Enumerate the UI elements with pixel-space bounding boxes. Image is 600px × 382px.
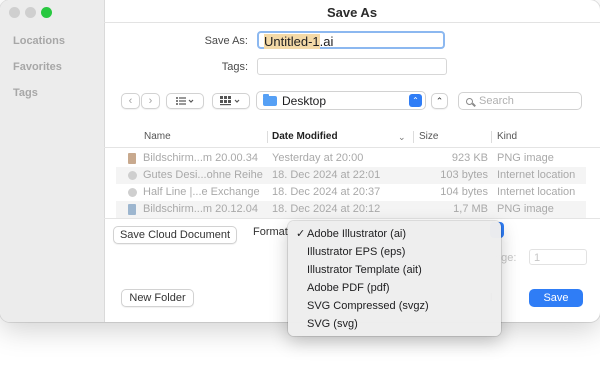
file-name: Gutes Desi...ohne Reihe bbox=[143, 169, 263, 181]
folder-icon bbox=[263, 93, 277, 106]
chevron-right-icon: › bbox=[148, 95, 153, 107]
file-size: 104 bytes bbox=[440, 186, 488, 198]
internet-location-icon bbox=[128, 188, 137, 197]
column-header-date-modified[interactable]: Date Modified bbox=[272, 127, 338, 147]
png-file-icon bbox=[128, 153, 136, 164]
column-header-size[interactable]: Size bbox=[419, 127, 438, 147]
menu-item-illustrator-eps[interactable]: Illustrator EPS (eps) bbox=[288, 243, 501, 261]
new-folder-button[interactable]: New Folder bbox=[121, 289, 194, 307]
back-button[interactable]: ‹ bbox=[121, 93, 140, 109]
save-as-label: Save As: bbox=[204, 35, 248, 47]
table-row[interactable]: Gutes Desi...ohne Reihe 18. Dec 2024 at … bbox=[116, 167, 586, 184]
tags-label: Tags: bbox=[221, 61, 248, 73]
close-window-button[interactable] bbox=[9, 7, 20, 18]
file-name: Bildschirm...m 20.00.34 bbox=[143, 152, 258, 164]
menu-item-label: SVG Compressed (svgz) bbox=[307, 300, 429, 312]
grid-view-icon bbox=[220, 96, 240, 106]
table-row[interactable]: Half Line |...e Exchange 18. Dec 2024 at… bbox=[116, 184, 586, 201]
range-field[interactable]: 1 bbox=[529, 249, 587, 265]
menu-item-label: Adobe PDF (pdf) bbox=[307, 282, 390, 294]
minimize-window-button[interactable] bbox=[25, 7, 36, 18]
format-label: Format bbox=[253, 226, 288, 238]
file-date: 18. Dec 2024 at 20:37 bbox=[272, 186, 381, 198]
list-view-icon bbox=[176, 97, 194, 105]
file-kind: PNG image bbox=[497, 203, 554, 215]
png-file-icon bbox=[128, 204, 136, 215]
menu-item-adobe-pdf[interactable]: Adobe PDF (pdf) bbox=[288, 279, 501, 297]
list-view-button[interactable] bbox=[166, 93, 204, 109]
save-button[interactable]: Save bbox=[529, 289, 583, 307]
menu-item-svg[interactable]: SVG (svg) bbox=[288, 315, 501, 333]
sidebar-section-favorites: Favorites bbox=[13, 61, 62, 73]
sidebar-section-locations: Locations bbox=[13, 35, 65, 47]
location-popup[interactable]: Desktop ⌃ bbox=[256, 91, 426, 110]
file-date: Yesterday at 20:00 bbox=[272, 152, 364, 164]
table-header-divider bbox=[104, 147, 600, 148]
table-row[interactable]: Bildschirm...m 20.00.34 Yesterday at 20:… bbox=[116, 150, 586, 167]
zoom-window-button[interactable] bbox=[41, 7, 52, 18]
file-date: 18. Dec 2024 at 22:01 bbox=[272, 169, 381, 181]
sidebar: Locations Favorites Tags bbox=[0, 0, 105, 322]
window-title: Save As bbox=[326, 5, 378, 20]
forward-button[interactable]: › bbox=[141, 93, 160, 109]
group-view-button[interactable] bbox=[212, 93, 250, 109]
menu-item-adobe-illustrator[interactable]: ✓ Adobe Illustrator (ai) bbox=[288, 225, 501, 243]
file-size: 923 KB bbox=[451, 152, 488, 164]
save-cloud-document-button[interactable]: Save Cloud Document bbox=[113, 226, 237, 244]
file-kind: Internet location bbox=[497, 186, 576, 198]
collapse-button[interactable]: ⌃ bbox=[431, 93, 448, 109]
sort-chevron-icon: ⌄ bbox=[398, 132, 406, 142]
column-header-kind[interactable]: Kind bbox=[497, 127, 517, 147]
file-date: 18. Dec 2024 at 20:12 bbox=[272, 203, 381, 215]
menu-item-illustrator-template[interactable]: Illustrator Template (ait) bbox=[288, 261, 501, 279]
titlebar-divider bbox=[104, 22, 600, 23]
location-name: Desktop bbox=[282, 93, 327, 108]
chevron-left-icon: ‹ bbox=[128, 95, 133, 107]
file-name: Half Line |...e Exchange bbox=[143, 186, 260, 198]
file-size: 1,7 MB bbox=[453, 203, 488, 215]
menu-item-label: SVG (svg) bbox=[307, 318, 358, 330]
search-field[interactable]: Search bbox=[458, 92, 582, 110]
filename-selected-text: Untitled-1 bbox=[264, 34, 320, 49]
file-kind: PNG image bbox=[497, 152, 554, 164]
search-placeholder: Search bbox=[479, 95, 514, 107]
file-size: 103 bytes bbox=[440, 169, 488, 181]
menu-item-label: Illustrator EPS (eps) bbox=[307, 246, 406, 258]
checkmark-icon: ✓ bbox=[296, 228, 306, 240]
up-down-chevron-icon: ⌃ bbox=[409, 94, 422, 107]
menu-item-label: Adobe Illustrator (ai) bbox=[307, 228, 407, 240]
sidebar-section-tags: Tags bbox=[13, 87, 38, 99]
filename-field[interactable]: Untitled-1.ai bbox=[257, 31, 445, 49]
format-dropdown-menu: ✓ Adobe Illustrator (ai) Illustrator EPS… bbox=[288, 221, 501, 336]
column-divider bbox=[491, 131, 492, 143]
internet-location-icon bbox=[128, 171, 137, 180]
menu-item-label: Illustrator Template (ait) bbox=[307, 264, 422, 276]
menu-item-svg-compressed[interactable]: SVG Compressed (svgz) bbox=[288, 297, 501, 315]
file-name: Bildschirm...m 20.12.04 bbox=[143, 203, 258, 215]
column-divider bbox=[413, 131, 414, 143]
filename-extension: .ai bbox=[319, 34, 334, 49]
options-divider bbox=[104, 218, 600, 219]
search-icon bbox=[466, 97, 473, 105]
tags-field[interactable] bbox=[257, 58, 447, 75]
file-kind: Internet location bbox=[497, 169, 576, 181]
table-row[interactable]: Bildschirm...m 20.12.04 18. Dec 2024 at … bbox=[116, 201, 586, 218]
chevron-up-icon: ⌃ bbox=[435, 95, 444, 106]
column-divider bbox=[267, 131, 268, 143]
column-header-name[interactable]: Name bbox=[144, 127, 171, 147]
